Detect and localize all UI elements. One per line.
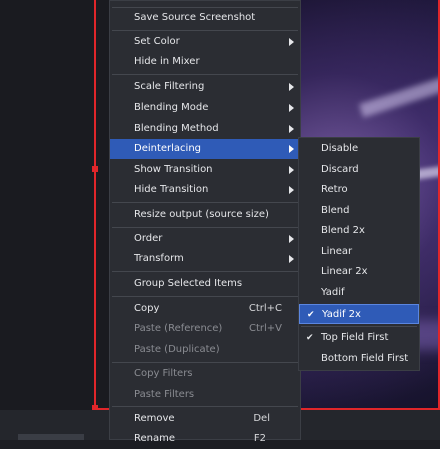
menu-item-deinterlacing[interactable]: Deinterlacing	[110, 139, 300, 159]
menu-item-label: Blending Method	[134, 123, 219, 134]
submenu-item-label: Retro	[321, 184, 348, 195]
menu-item-shortcut: Ctrl+C	[248, 303, 282, 314]
menu-item-label: Rename	[134, 433, 176, 444]
submenu-arrow-icon	[289, 145, 294, 153]
menu-item-remove[interactable]: Remove Del	[110, 409, 300, 429]
menu-separator	[112, 271, 298, 272]
submenu-arrow-icon	[289, 83, 294, 91]
menu-item-set-color[interactable]: Set Color	[110, 32, 300, 52]
submenu-item-bottom-field-first[interactable]: Bottom Field First	[299, 349, 419, 369]
left-panel	[0, 0, 109, 410]
preview-light-streak	[359, 76, 440, 118]
menu-separator	[112, 362, 298, 363]
submenu-arrow-icon	[289, 186, 294, 194]
menu-item-shortcut: Ctrl+V	[248, 323, 282, 334]
submenu-item-retro[interactable]: Retro	[299, 180, 419, 200]
submenu-item-label: Linear	[321, 246, 353, 257]
menu-item-group-selected-items[interactable]: Group Selected Items	[110, 274, 300, 294]
submenu-separator	[301, 326, 417, 327]
submenu-item-label: Bottom Field First	[321, 353, 409, 364]
submenu-item-label: Yadif 2x	[322, 309, 361, 320]
submenu-item-label: Discard	[321, 164, 359, 175]
menu-item-save-source-screenshot[interactable]: Save Source Screenshot	[110, 8, 300, 28]
menu-item-label: Scale Filtering	[134, 81, 205, 92]
submenu-item-discard[interactable]: Discard	[299, 160, 419, 180]
menu-item-label: Show Transition	[134, 164, 213, 175]
submenu-item-label: Blend	[321, 205, 350, 216]
menu-item-label: Hide Transition	[134, 184, 209, 195]
menu-item-hide-in-mixer[interactable]: Hide in Mixer	[110, 52, 300, 72]
menu-item-label: Save Source Screenshot	[134, 12, 256, 23]
menu-item-paste-duplicate[interactable]: Paste (Duplicate)	[110, 340, 300, 360]
resize-handle-left[interactable]	[92, 166, 98, 172]
menu-separator	[112, 406, 298, 407]
submenu-arrow-icon	[289, 235, 294, 243]
submenu-arrow-icon	[289, 125, 294, 133]
menu-item-label: Paste (Duplicate)	[134, 344, 220, 355]
submenu-item-label: Blend 2x	[321, 225, 365, 236]
submenu-arrow-icon	[289, 104, 294, 112]
menu-separator	[112, 296, 298, 297]
menu-item-resize-output[interactable]: Resize output (source size)	[110, 205, 300, 225]
menu-separator	[112, 30, 298, 31]
menu-item-show-transition[interactable]: Show Transition	[110, 160, 300, 180]
dock-tab[interactable]	[18, 434, 84, 440]
menu-item-paste-reference[interactable]: Paste (Reference) Ctrl+V	[110, 319, 300, 339]
submenu-arrow-icon	[289, 38, 294, 46]
checkmark-icon: ✔	[307, 310, 315, 320]
submenu-item-linear[interactable]: Linear	[299, 242, 419, 262]
menu-item-label: Hide in Mixer	[134, 56, 200, 67]
menu-item-shortcut: F2	[253, 433, 266, 444]
menu-item-label: Order	[134, 233, 163, 244]
menu-item-hide-transition[interactable]: Hide Transition	[110, 180, 300, 200]
submenu-item-label: Yadif	[321, 287, 345, 298]
menu-item-label: Blending Mode	[134, 102, 209, 113]
submenu-item-yadif-2x[interactable]: ✔ Yadif 2x	[299, 304, 419, 324]
menu-item-label: Paste (Reference)	[134, 323, 223, 334]
menu-separator	[112, 202, 298, 203]
menu-item-blending-mode[interactable]: Blending Mode	[110, 98, 300, 118]
menu-item-copy-filters[interactable]: Copy Filters	[110, 364, 300, 384]
menu-item-label: Paste Filters	[134, 389, 195, 400]
menu-item-transform[interactable]: Transform	[110, 249, 300, 269]
submenu-arrow-icon	[289, 255, 294, 263]
submenu-item-blend-2x[interactable]: Blend 2x	[299, 221, 419, 241]
menu-item-label: Deinterlacing	[134, 143, 202, 154]
menu-item-label: Set Color	[134, 36, 180, 47]
submenu-item-label: Linear 2x	[321, 266, 368, 277]
menu-separator	[112, 74, 298, 75]
menu-item-copy[interactable]: Copy Ctrl+C	[110, 299, 300, 319]
menu-item-label: Remove	[134, 413, 175, 424]
submenu-item-top-field-first[interactable]: ✔ Top Field First	[299, 328, 419, 348]
menu-item-blending-method[interactable]: Blending Method	[110, 119, 300, 139]
menu-item-label: Group Selected Items	[134, 278, 243, 289]
submenu-item-label: Disable	[321, 143, 359, 154]
checkmark-icon: ✔	[306, 333, 314, 343]
menu-item-label: Copy Filters	[134, 368, 193, 379]
submenu-item-linear-2x[interactable]: Linear 2x	[299, 262, 419, 282]
menu-item-order[interactable]: Order	[110, 229, 300, 249]
submenu-item-label: Top Field First	[321, 332, 389, 343]
menu-item-scale-filtering[interactable]: Scale Filtering	[110, 77, 300, 97]
menu-item-label: Resize output (source size)	[134, 209, 269, 220]
submenu-item-disable[interactable]: Disable	[299, 139, 419, 159]
menu-item-label: Copy	[134, 303, 160, 314]
submenu-arrow-icon	[289, 166, 294, 174]
source-context-menu: Save Source Screenshot Set Color Hide in…	[109, 0, 301, 444]
menu-item-paste-filters[interactable]: Paste Filters	[110, 385, 300, 405]
menu-item-shortcut: Del	[253, 413, 270, 424]
submenu-item-yadif[interactable]: Yadif	[299, 283, 419, 303]
menu-item-rename[interactable]: Rename F2	[110, 429, 300, 449]
deinterlacing-submenu: Disable Discard Retro Blend Blend 2x Lin…	[298, 137, 420, 371]
submenu-item-blend[interactable]: Blend	[299, 201, 419, 221]
selection-border-left	[94, 0, 96, 410]
menu-item-label: Transform	[134, 253, 184, 264]
menu-separator	[112, 227, 298, 228]
